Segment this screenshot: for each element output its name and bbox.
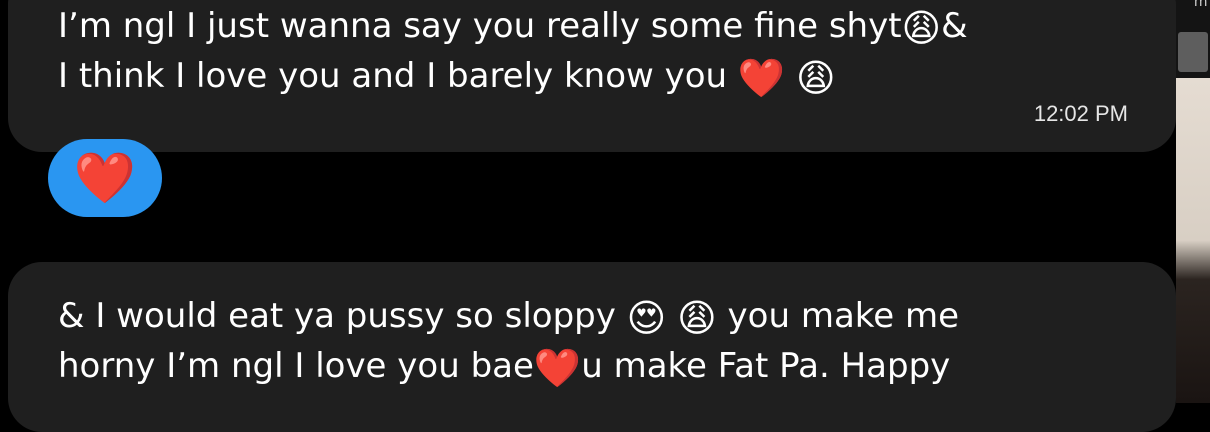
- message-line: I think I love you and I barely know you…: [58, 56, 836, 100]
- background-label: 'm: [1190, 0, 1208, 10]
- message-timestamp: 12:02 PM: [1033, 101, 1128, 126]
- message-line: horny I’m ngl I love you bae❤️u make Fat…: [58, 346, 951, 390]
- red-heart-emoji-icon: ❤️: [73, 149, 137, 207]
- message-line: & I would eat ya pussy so sloppy 😍 😩 you…: [58, 296, 960, 340]
- red-heart-emoji-icon: ❤️: [737, 56, 786, 100]
- background-photo: [1176, 78, 1210, 403]
- message-bubble[interactable]: I’m ngl I just wanna say you really some…: [8, 0, 1176, 152]
- message-line: I’m ngl I just wanna say you really some…: [58, 6, 968, 50]
- weary-face-emoji-icon: 😩: [796, 56, 836, 100]
- red-heart-emoji-icon: ❤️: [533, 346, 582, 390]
- message-reaction[interactable]: ❤️: [48, 139, 162, 217]
- weary-face-emoji-icon: 😩: [677, 296, 717, 340]
- weary-face-emoji-icon: 😩: [901, 6, 942, 50]
- background-button: [1178, 32, 1208, 72]
- heart-eyes-emoji-icon: 😍: [626, 296, 667, 340]
- message-bubble[interactable]: & I would eat ya pussy so sloppy 😍 😩 you…: [8, 262, 1176, 432]
